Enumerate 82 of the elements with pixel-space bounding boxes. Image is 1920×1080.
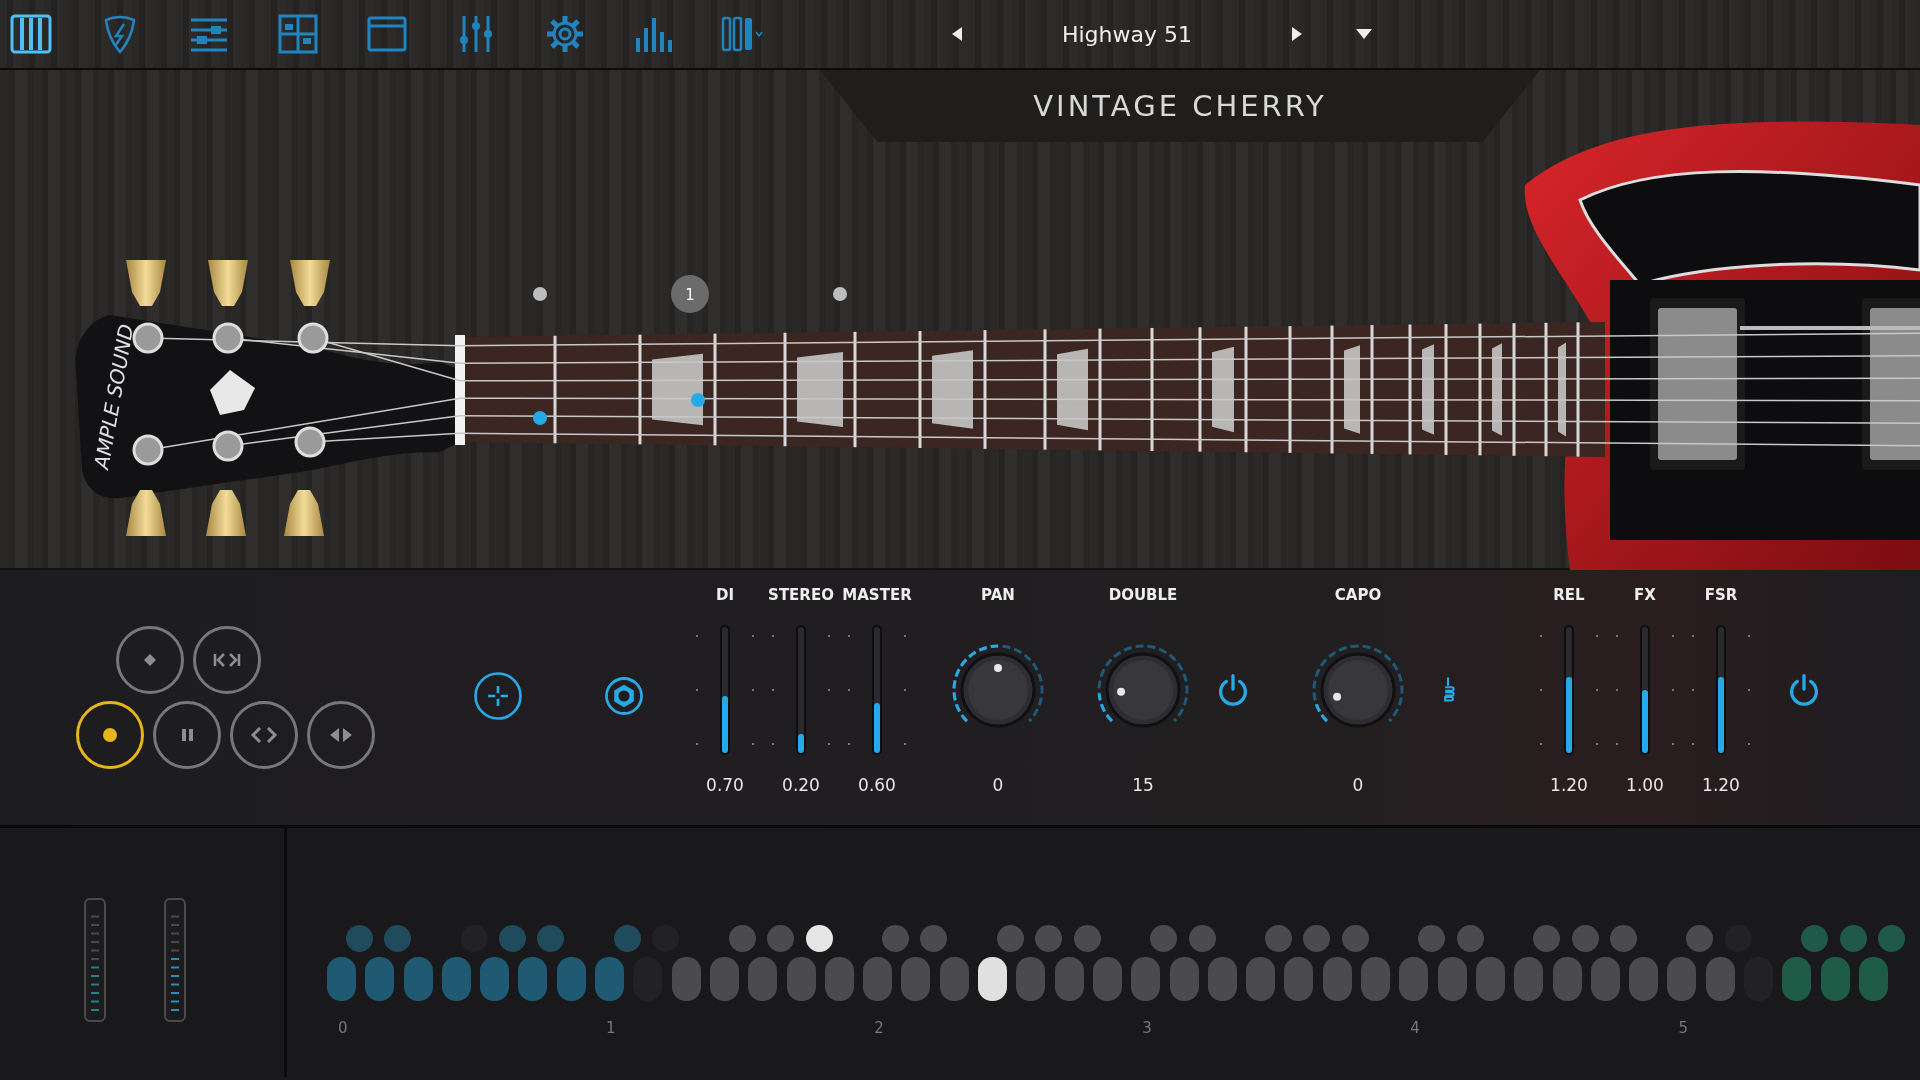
skip-button[interactable] <box>193 626 261 694</box>
step-dot[interactable] <box>1839 925 1867 952</box>
fret-dot <box>833 287 847 301</box>
step-dot[interactable] <box>882 925 910 952</box>
arrows-button[interactable] <box>307 701 375 769</box>
instrument-title: VINTAGE CHERRY <box>1033 89 1327 123</box>
control-label: DOUBLE <box>1108 586 1178 606</box>
step-dot[interactable] <box>1686 925 1714 952</box>
fader-track[interactable] <box>872 625 882 755</box>
ruler-label: 2 <box>873 1019 885 1037</box>
step-dot[interactable] <box>1801 925 1829 952</box>
control-label: STEREO <box>768 586 834 606</box>
note-dot <box>533 411 547 425</box>
hex-nut-button[interactable] <box>603 674 645 717</box>
step-dot[interactable] <box>1877 925 1905 952</box>
step-dot[interactable] <box>1456 925 1484 952</box>
fader-track[interactable] <box>796 625 806 755</box>
control-value: 1.20 <box>1550 775 1588 795</box>
ruler-label: 1 <box>605 1019 617 1037</box>
ruler-label: 0 <box>337 1019 349 1037</box>
step-dot[interactable] <box>805 925 833 952</box>
step-dot[interactable] <box>384 925 412 952</box>
fader-track[interactable] <box>720 625 730 755</box>
control-value: 15 <box>1132 775 1154 795</box>
step-dot[interactable] <box>920 925 948 952</box>
control-label: CAPO <box>1334 586 1382 606</box>
piano-keys-icon[interactable] <box>9 12 53 56</box>
step-dot[interactable] <box>1035 925 1063 952</box>
step-dot[interactable] <box>537 925 565 952</box>
brackets-icon <box>249 725 279 745</box>
control-value: 0 <box>1352 775 1364 795</box>
control-value: 1.00 <box>1626 775 1664 795</box>
control-label: REL <box>1553 586 1585 606</box>
step-dot[interactable] <box>499 925 527 952</box>
step-dot[interactable] <box>346 925 373 952</box>
control-label: PAN <box>981 586 1015 606</box>
pause-button[interactable] <box>153 701 221 769</box>
control-value: 1.20 <box>1702 775 1740 795</box>
fret-dot <box>533 287 547 301</box>
position-badge: 1 <box>671 275 709 313</box>
step-dot[interactable] <box>997 925 1025 952</box>
fader-track[interactable] <box>1716 625 1726 755</box>
step-dot[interactable] <box>1303 925 1331 952</box>
step-dot[interactable] <box>1533 925 1561 952</box>
step-dot[interactable] <box>1265 925 1293 952</box>
step-dot[interactable] <box>767 925 795 952</box>
step-dot[interactable] <box>1073 925 1101 952</box>
step-dot[interactable] <box>1609 925 1637 952</box>
step-dot[interactable] <box>728 925 756 952</box>
fader-track[interactable] <box>1640 625 1650 755</box>
step-dot[interactable] <box>1188 925 1216 952</box>
control-value: 0.20 <box>782 775 820 795</box>
control-label: DI <box>715 586 734 606</box>
hand-icon[interactable] <box>1441 675 1455 705</box>
step-pad[interactable] <box>978 957 1008 1001</box>
step-dot[interactable] <box>1150 925 1178 952</box>
control-label: MASTER <box>842 586 912 606</box>
knob[interactable] <box>952 644 1044 728</box>
hex-nut-icon <box>603 674 645 717</box>
control-value: 0.60 <box>858 775 896 795</box>
ruler-label: 4 <box>1409 1019 1421 1037</box>
step-dot[interactable] <box>1341 925 1369 952</box>
control-value: 0 <box>992 775 1004 795</box>
record-button[interactable] <box>76 701 144 769</box>
ruler-label: 5 <box>1677 1019 1689 1037</box>
note-dot <box>691 393 705 407</box>
fader-track[interactable] <box>1564 625 1574 755</box>
brackets-button[interactable] <box>230 701 298 769</box>
step-dot[interactable] <box>1571 925 1599 952</box>
stop-button[interactable] <box>116 626 184 694</box>
control-label: FX <box>1634 586 1656 606</box>
control-label: FSR <box>1704 586 1738 606</box>
step-dot[interactable] <box>1418 925 1446 952</box>
grid-icon[interactable] <box>276 12 320 56</box>
ruler-label: 3 <box>1141 1019 1153 1037</box>
right-arrow-icon <box>1291 26 1303 42</box>
control-value: 0.70 <box>706 775 744 795</box>
brand-logo: AMPLE SOUND <box>89 322 139 471</box>
preset-name: Highway 51 <box>1060 21 1193 47</box>
caret-icon <box>1355 28 1373 40</box>
left-arrow-icon <box>951 26 963 42</box>
step-dot[interactable] <box>614 925 642 952</box>
